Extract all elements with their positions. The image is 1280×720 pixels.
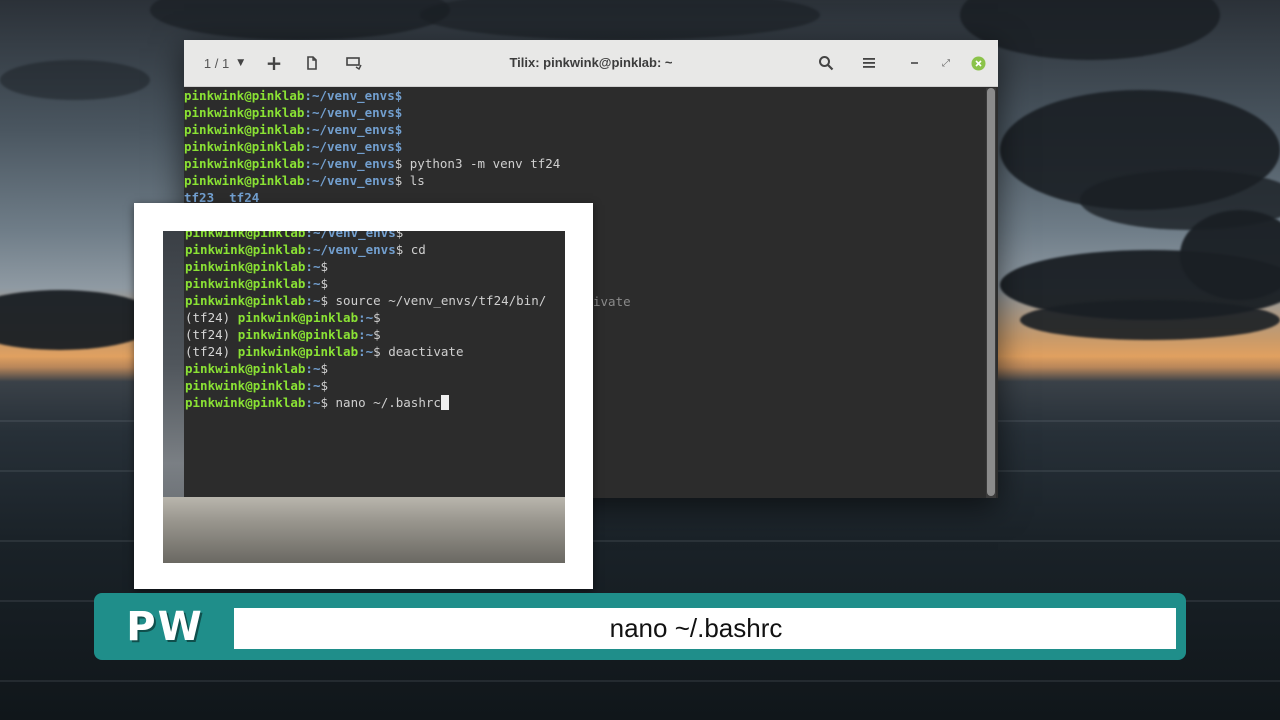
plus-icon: + (265, 51, 283, 75)
caption-text: nano ~/.bashrc (609, 613, 783, 643)
terminal-line: pinkwink@pinklab:~/venv_envs$ (184, 105, 403, 120)
search-button[interactable] (814, 40, 838, 86)
terminal-line: pinkwink@pinklab:~/venv_envs$ (184, 139, 403, 154)
search-icon (819, 56, 834, 71)
minimize-icon (910, 62, 918, 64)
minimize-button[interactable] (902, 40, 926, 86)
add-terminal-button[interactable]: + (262, 40, 286, 86)
maximize-button[interactable]: ⤢ (934, 40, 958, 86)
inset-line: pinkwink@pinklab:~/venv_envs$ cd (185, 242, 426, 257)
inset-line: (tf24) pinkwink@pinklab:~$ deactivate (185, 344, 464, 359)
text-cursor (440, 395, 449, 410)
inset-line: (tf24) pinkwink@pinklab:~$ (185, 327, 381, 342)
inset-line: pinkwink@pinklab:~$ (185, 259, 329, 274)
terminal-line: pinkwink@pinklab:~/venv_envs$ ls (184, 173, 425, 188)
terminal-line: pinkwink@pinklab:~/venv_envs$ (184, 88, 403, 103)
close-button[interactable] (966, 40, 990, 86)
menu-icon (863, 58, 875, 68)
inset-line: pinkwink@pinklab:~/venv_envs$ (185, 231, 404, 240)
inset-line: (tf24) pinkwink@pinklab:~$ (185, 310, 381, 325)
sync-input-button[interactable] (342, 40, 366, 86)
terminal-line: pinkwink@pinklab:~/venv_envs$ python3 -m… (184, 156, 561, 171)
inset-line: pinkwink@pinklab:~$ (185, 361, 329, 376)
inset-terminal: pinkwink@pinklab:~/venv_envs$ pinkwink@p… (184, 231, 565, 497)
overflow-text: ivate (593, 294, 631, 309)
inset-line-current: pinkwink@pinklab:~$ nano ~/.bashrc (184, 394, 565, 411)
new-window-icon (307, 56, 317, 70)
titlebar: Tilix: pinkwink@pinklab: ~ 1 / 1 ▼ + ⤢ (184, 40, 998, 87)
inset-line: pinkwink@pinklab:~$ source ~/venv_envs/t… (185, 293, 547, 308)
terminal-line: pinkwink@pinklab:~/venv_envs$ (184, 122, 403, 137)
inset-line: pinkwink@pinklab:~$ (185, 378, 329, 393)
inset-background (163, 497, 565, 563)
scrollbar-thumb[interactable] (987, 88, 995, 496)
close-icon (971, 56, 985, 70)
logo-text: PW (126, 603, 204, 650)
inset-view: pinkwink@pinklab:~/venv_envs$ pinkwink@p… (163, 231, 565, 563)
maximize-icon: ⤢ (942, 57, 950, 69)
session-switcher[interactable]: 1 / 1 ▼ (194, 40, 254, 86)
terminal-scrollbar[interactable] (986, 88, 996, 498)
menu-button[interactable] (857, 40, 881, 86)
inset-line: pinkwink@pinklab:~$ (185, 276, 329, 291)
sync-input-icon (346, 57, 362, 70)
channel-logo: PW (98, 597, 232, 656)
chevron-down-icon: ▼ (237, 58, 245, 68)
zoom-inset: pinkwink@pinklab:~/venv_envs$ pinkwink@p… (134, 203, 593, 589)
session-counter: 1 / 1 (203, 55, 230, 71)
new-window-button[interactable] (300, 40, 324, 86)
